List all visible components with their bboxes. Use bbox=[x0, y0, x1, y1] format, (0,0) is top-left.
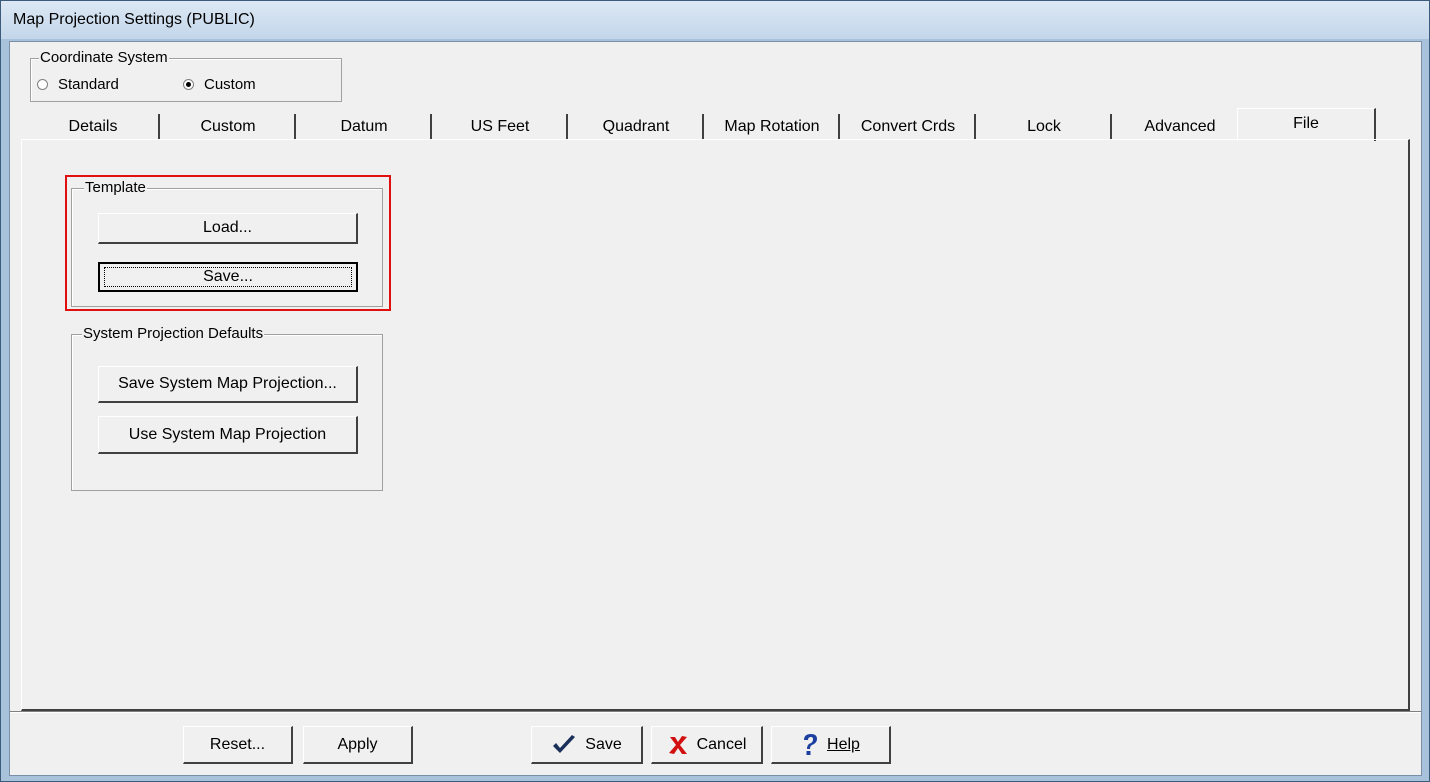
radio-standard-circle[interactable] bbox=[37, 79, 48, 90]
tab-custom[interactable]: Custom bbox=[162, 114, 296, 140]
use-system-map-projection-label: Use System Map Projection bbox=[128, 425, 327, 443]
save-button-label: Save bbox=[585, 735, 622, 753]
tab-custom-label: Custom bbox=[200, 118, 256, 135]
reset-button-label: Reset... bbox=[209, 735, 266, 753]
tab-details[interactable]: Details bbox=[28, 114, 160, 140]
tab-convert-crds-label: Convert Crds bbox=[860, 118, 956, 135]
tab-quadrant-label: Quadrant bbox=[602, 118, 670, 135]
checkmark-icon bbox=[551, 734, 577, 756]
footer-separator bbox=[10, 711, 1421, 713]
tab-map-rotation-label: Map Rotation bbox=[724, 118, 820, 135]
tab-advanced-label: Advanced bbox=[1144, 118, 1216, 135]
reset-button[interactable]: Reset... bbox=[183, 726, 293, 764]
tab-us-feet[interactable]: US Feet bbox=[434, 114, 568, 140]
cancel-button-label: Cancel bbox=[696, 735, 747, 753]
highlight-annotation bbox=[65, 175, 391, 311]
save-system-map-projection-label: Save System Map Projection... bbox=[118, 375, 337, 392]
window-title: Map Projection Settings (PUBLIC) bbox=[13, 11, 255, 28]
red-x-icon bbox=[667, 734, 689, 756]
radio-standard[interactable]: Standard bbox=[37, 76, 119, 93]
system-projection-defaults-group: System Projection Defaults bbox=[71, 325, 383, 491]
help-button-label: Help bbox=[827, 735, 860, 753]
radio-selected-dot bbox=[186, 82, 191, 87]
dialog-window: Map Projection Settings (PUBLIC) Coordin… bbox=[0, 0, 1430, 782]
tab-file-label: File bbox=[1293, 115, 1319, 132]
radio-custom-label: Custom bbox=[204, 76, 256, 93]
tab-lock-label: Lock bbox=[1027, 118, 1061, 135]
radio-standard-label: Standard bbox=[58, 76, 119, 93]
title-bar[interactable]: Map Projection Settings (PUBLIC) bbox=[1, 1, 1429, 39]
tab-advanced[interactable]: Advanced bbox=[1114, 114, 1248, 140]
save-button[interactable]: Save bbox=[531, 726, 643, 764]
tab-datum-label: Datum bbox=[340, 118, 388, 135]
tab-us-feet-label: US Feet bbox=[470, 118, 530, 135]
tab-strip: Details Custom Datum US Feet Quadrant Ma… bbox=[28, 108, 1398, 141]
save-system-map-projection-button[interactable]: Save System Map Projection... bbox=[98, 366, 358, 403]
tab-convert-crds[interactable]: Convert Crds bbox=[842, 114, 976, 140]
question-mark-icon bbox=[801, 733, 819, 757]
tab-datum[interactable]: Datum bbox=[298, 114, 432, 140]
use-system-map-projection-button[interactable]: Use System Map Projection bbox=[98, 416, 358, 454]
cancel-button[interactable]: Cancel bbox=[651, 726, 763, 764]
coordinate-system-label: Coordinate System bbox=[39, 49, 169, 67]
coordinate-system-group: Coordinate System Standard Custom bbox=[30, 49, 342, 102]
tab-file[interactable]: File bbox=[1237, 108, 1376, 141]
tab-lock[interactable]: Lock bbox=[978, 114, 1112, 140]
tab-details-label: Details bbox=[68, 118, 118, 135]
dialog-client-area: Coordinate System Standard Custom Detail… bbox=[9, 41, 1422, 776]
system-projection-defaults-label: System Projection Defaults bbox=[82, 325, 265, 343]
radio-custom[interactable]: Custom bbox=[183, 76, 256, 93]
apply-button[interactable]: Apply bbox=[303, 726, 413, 764]
help-button[interactable]: Help bbox=[771, 726, 891, 764]
tab-quadrant[interactable]: Quadrant bbox=[570, 114, 704, 140]
radio-custom-circle[interactable] bbox=[183, 79, 194, 90]
apply-button-label: Apply bbox=[337, 735, 378, 753]
tab-map-rotation[interactable]: Map Rotation bbox=[706, 114, 840, 140]
